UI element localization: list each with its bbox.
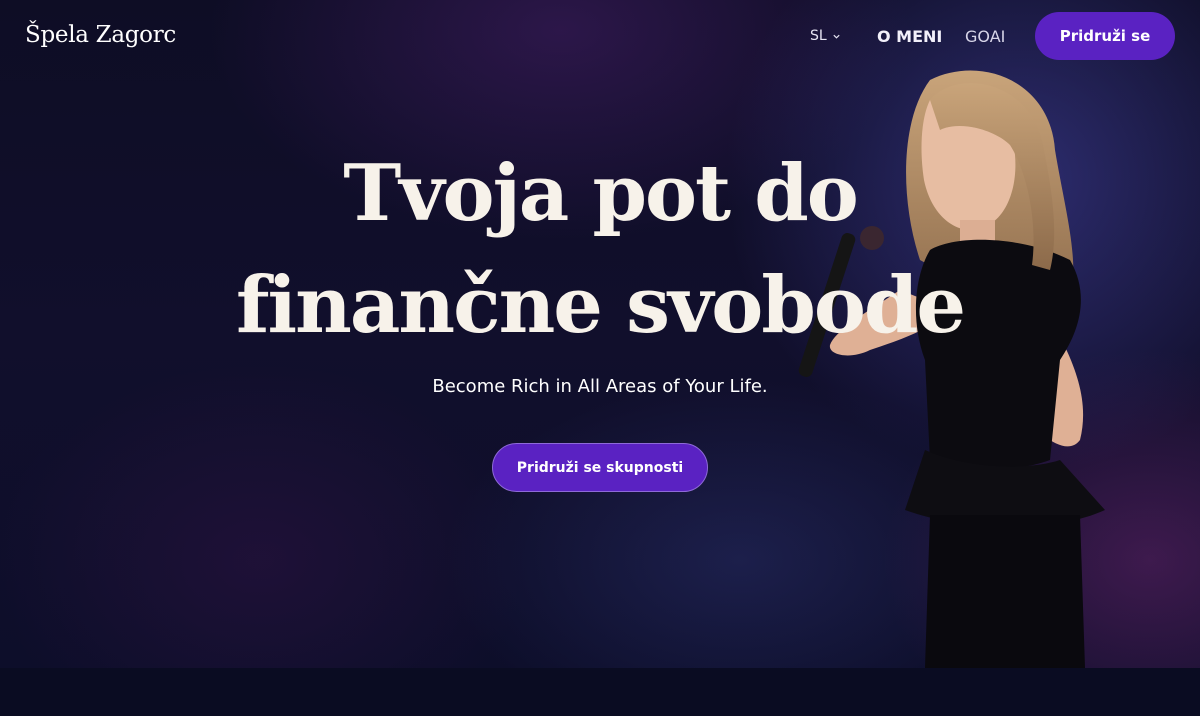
hero-headline: Tvoja pot do finančne svobode: [200, 138, 1000, 362]
language-label: SL: [810, 28, 827, 44]
headline-line-1: Tvoja pot do: [343, 148, 859, 239]
language-selector[interactable]: SL: [810, 28, 841, 44]
nav-link-o-meni[interactable]: O MENI: [877, 27, 942, 46]
next-section-band: [0, 668, 1200, 716]
hero-subtitle: Become Rich in All Areas of Your Life.: [432, 376, 768, 397]
join-button[interactable]: Pridruži se: [1035, 12, 1175, 60]
site-logo[interactable]: Špela Zagorc: [25, 22, 176, 48]
chevron-down-icon: [833, 34, 840, 39]
join-community-button[interactable]: Pridruži se skupnosti: [492, 443, 708, 492]
nav-link-goai[interactable]: GOAI: [965, 27, 1005, 46]
headline-line-2: finančne svobode: [235, 260, 966, 351]
hero-section: Špela Zagorc SL O MENI GOAI Pridruži se …: [0, 0, 1200, 668]
